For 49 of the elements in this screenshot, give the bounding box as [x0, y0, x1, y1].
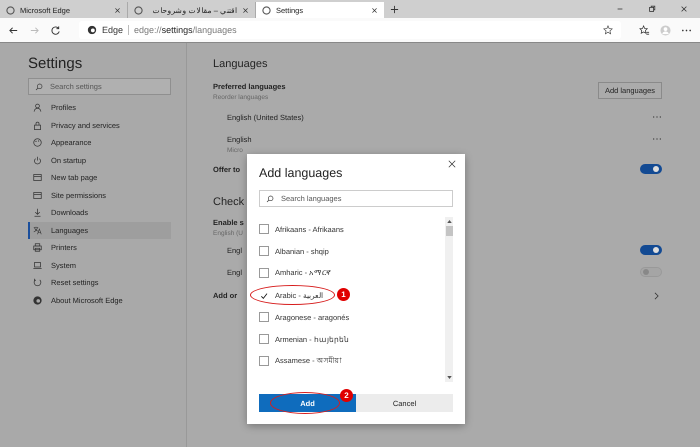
scrollbar[interactable]	[445, 217, 453, 382]
close-icon[interactable]	[242, 6, 249, 14]
language-icon	[33, 226, 42, 235]
refresh-icon[interactable]	[50, 24, 61, 36]
person-icon	[33, 103, 42, 112]
edge-logo-icon	[87, 25, 97, 35]
chevron-right-icon[interactable]	[654, 292, 659, 300]
section-title: Check	[213, 196, 244, 208]
close-icon[interactable]	[371, 6, 378, 14]
checkbox[interactable]	[259, 312, 269, 322]
lock-icon	[33, 120, 42, 130]
printer-icon	[33, 243, 42, 252]
checkbox[interactable]	[259, 246, 269, 256]
more-icon[interactable]	[652, 137, 662, 141]
toggle-switch[interactable]	[640, 267, 662, 277]
settings-title: Settings	[28, 55, 84, 72]
page-icon	[262, 6, 271, 14]
checkbox[interactable]	[259, 268, 269, 278]
close-icon[interactable]	[680, 5, 688, 13]
download-icon	[33, 208, 42, 218]
close-icon[interactable]	[448, 160, 456, 168]
toggle-switch[interactable]	[640, 245, 662, 255]
step-badge: 2	[340, 389, 353, 402]
checkbox[interactable]	[259, 224, 269, 234]
new-tab-icon[interactable]	[390, 5, 399, 14]
scroll-up-arrow-icon[interactable]	[446, 220, 452, 223]
restore-icon[interactable]	[648, 5, 656, 13]
edge-logo-icon	[33, 296, 42, 305]
laptop-icon	[33, 260, 42, 270]
favorites-icon[interactable]	[639, 24, 650, 36]
scrollbar-thumb[interactable]	[446, 226, 452, 236]
reset-icon	[33, 278, 42, 288]
new-tab-icon	[33, 173, 42, 182]
step-badge: 1	[337, 288, 350, 301]
back-icon[interactable]	[8, 24, 19, 36]
highlight-ellipse	[270, 392, 340, 414]
dialog-title: Add languages	[259, 166, 344, 180]
more-icon[interactable]	[652, 115, 662, 119]
toggle-switch[interactable]	[640, 164, 662, 174]
address-field[interactable]: Edge edge://settings/languages	[79, 21, 621, 39]
checkbox[interactable]	[259, 334, 269, 344]
close-icon[interactable]	[114, 6, 121, 14]
scroll-down-arrow-icon[interactable]	[446, 376, 452, 379]
page-icon	[6, 6, 15, 14]
section-title: Languages	[213, 58, 268, 70]
star-icon[interactable]	[603, 25, 613, 35]
checkbox[interactable]	[259, 356, 269, 366]
page-icon	[134, 6, 143, 14]
power-icon	[33, 156, 42, 165]
